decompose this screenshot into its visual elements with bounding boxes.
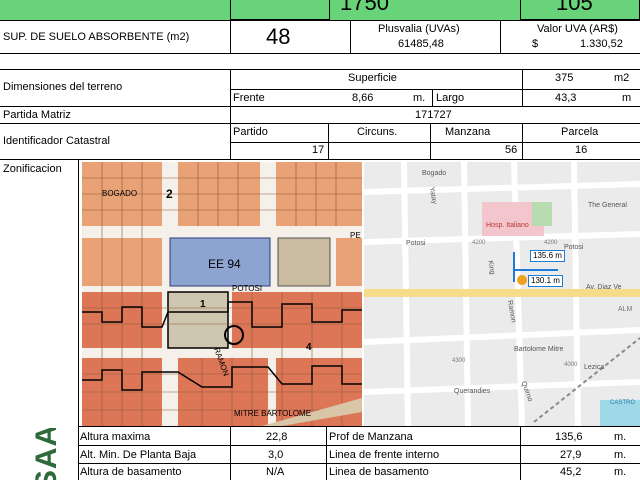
street-label-4300: 4300 xyxy=(452,358,466,364)
partida-label: Partida Matriz xyxy=(3,109,71,121)
bottom-row-3-label: Altura de basamento xyxy=(80,466,182,478)
zone-code-vertical: SAA xyxy=(30,428,64,480)
map-label-2: 2 xyxy=(166,187,173,201)
map-label-4: 4 xyxy=(306,342,312,353)
superficie-label: Superficie xyxy=(348,72,397,84)
map-label-pe: PE xyxy=(350,231,361,240)
street-label-4200a: 4200 xyxy=(472,240,486,246)
manzana-label: Manzana xyxy=(445,126,491,138)
bottom-row-1-value: 22,8 xyxy=(266,431,288,443)
bottom-row-3-unit2: m. xyxy=(614,466,627,478)
map-label-potosi: POTOSI xyxy=(232,284,263,293)
top-cell-a xyxy=(230,0,330,20)
street-map[interactable]: Bogado Yatay The General Hosp. Italiano … xyxy=(364,162,640,426)
street-label-4200b: 4200 xyxy=(544,240,558,246)
top-value-a: 1750 xyxy=(340,0,389,15)
bottom-row-3-value2: 45,2 xyxy=(560,466,582,478)
zoning-map[interactable]: BOGADO 2 EE 94 POTOSI 1 RAMON 4 MITRE BA… xyxy=(82,162,362,426)
absorbent-label: SUP. DE SUELO ABSORBENTE (m2) xyxy=(3,31,190,43)
parcela-label: Parcela xyxy=(561,126,599,138)
map-label-1: 1 xyxy=(200,299,206,310)
street-label-castro: CASTRO xyxy=(610,400,636,406)
bottom-row-1-label2: Prof de Manzana xyxy=(329,431,413,443)
street-label-potosi1: Potosi xyxy=(406,240,426,247)
bottom-row-3-value: N/A xyxy=(266,466,285,478)
circuns-label: Circuns. xyxy=(357,126,398,138)
zoning-map-graphic xyxy=(82,162,362,426)
manzana-value: 56 xyxy=(505,144,518,156)
map-label-ee94: EE 94 xyxy=(208,257,241,271)
street-label-hosp: Hosp. Italiano xyxy=(486,222,529,229)
bottom-row-1-unit2: m. xyxy=(614,431,627,443)
street-label-bartolome: Bartolome Mitre xyxy=(514,346,564,353)
distance-badge-2: 130.1 m xyxy=(528,275,563,287)
street-label-bogado: Bogado xyxy=(422,170,447,177)
largo-unit: m xyxy=(622,92,632,104)
valor-uva-label: Valor UVA (AR$) xyxy=(537,23,618,35)
street-label-lezica: Lezica xyxy=(584,364,605,371)
frente-unit: m. xyxy=(413,92,426,104)
superficie-value: 375 xyxy=(555,72,574,84)
bottom-row-3-label2: Linea de basamento xyxy=(329,466,429,478)
street-label-alm: ALM xyxy=(618,306,633,313)
map-label-mitre: MITRE BARTOLOME xyxy=(234,409,312,418)
valor-uva-value: 1.330,52 xyxy=(580,38,623,50)
superficie-unit: m2 xyxy=(614,72,630,84)
street-label-general: The General xyxy=(588,202,627,209)
largo-label: Largo xyxy=(436,92,465,104)
largo-value: 43,3 xyxy=(555,92,577,104)
map-label-bogado: BOGADO xyxy=(102,189,138,198)
bottom-row-2-label: Alt. Min. De Planta Baja xyxy=(80,449,197,461)
plusvalia-label: Plusvalia (UVAs) xyxy=(378,23,460,35)
valor-uva-currency: $ xyxy=(532,38,539,50)
zonificacion-label: Zonificacion xyxy=(3,163,62,175)
partido-label: Partido xyxy=(233,126,268,138)
bottom-row-2-unit2: m. xyxy=(614,449,627,461)
identificador-label: Identificador Catastral xyxy=(3,135,110,147)
bottom-row-2-value: 3,0 xyxy=(268,449,284,461)
bottom-row-2-value2: 27,9 xyxy=(560,449,582,461)
parcela-value: 16 xyxy=(575,144,588,156)
street-label-4000: 4000 xyxy=(564,362,578,368)
dimensiones-label: Dimensiones del terreno xyxy=(3,81,123,93)
frente-value: 8,66 xyxy=(352,92,374,104)
street-label-potosi2: Potosi xyxy=(564,244,584,251)
plusvalia-value: 61485,48 xyxy=(398,38,444,50)
bottom-row-1-label: Altura maxima xyxy=(80,431,151,443)
bottom-row-2-label2: Linea de frente interno xyxy=(329,449,440,461)
top-value-b: 105 xyxy=(556,0,593,15)
bottom-row-1-value2: 135,6 xyxy=(555,431,583,443)
street-label-diaz: Av. Diaz Ve xyxy=(586,284,622,291)
partido-value: 17 xyxy=(312,144,325,156)
frente-label: Frente xyxy=(233,92,265,104)
street-label-querandies: Querandies xyxy=(454,388,491,395)
partida-value: 171727 xyxy=(415,109,452,121)
absorbent-value: 48 xyxy=(266,24,291,49)
distance-badge-1: 135.6 m xyxy=(530,250,565,262)
